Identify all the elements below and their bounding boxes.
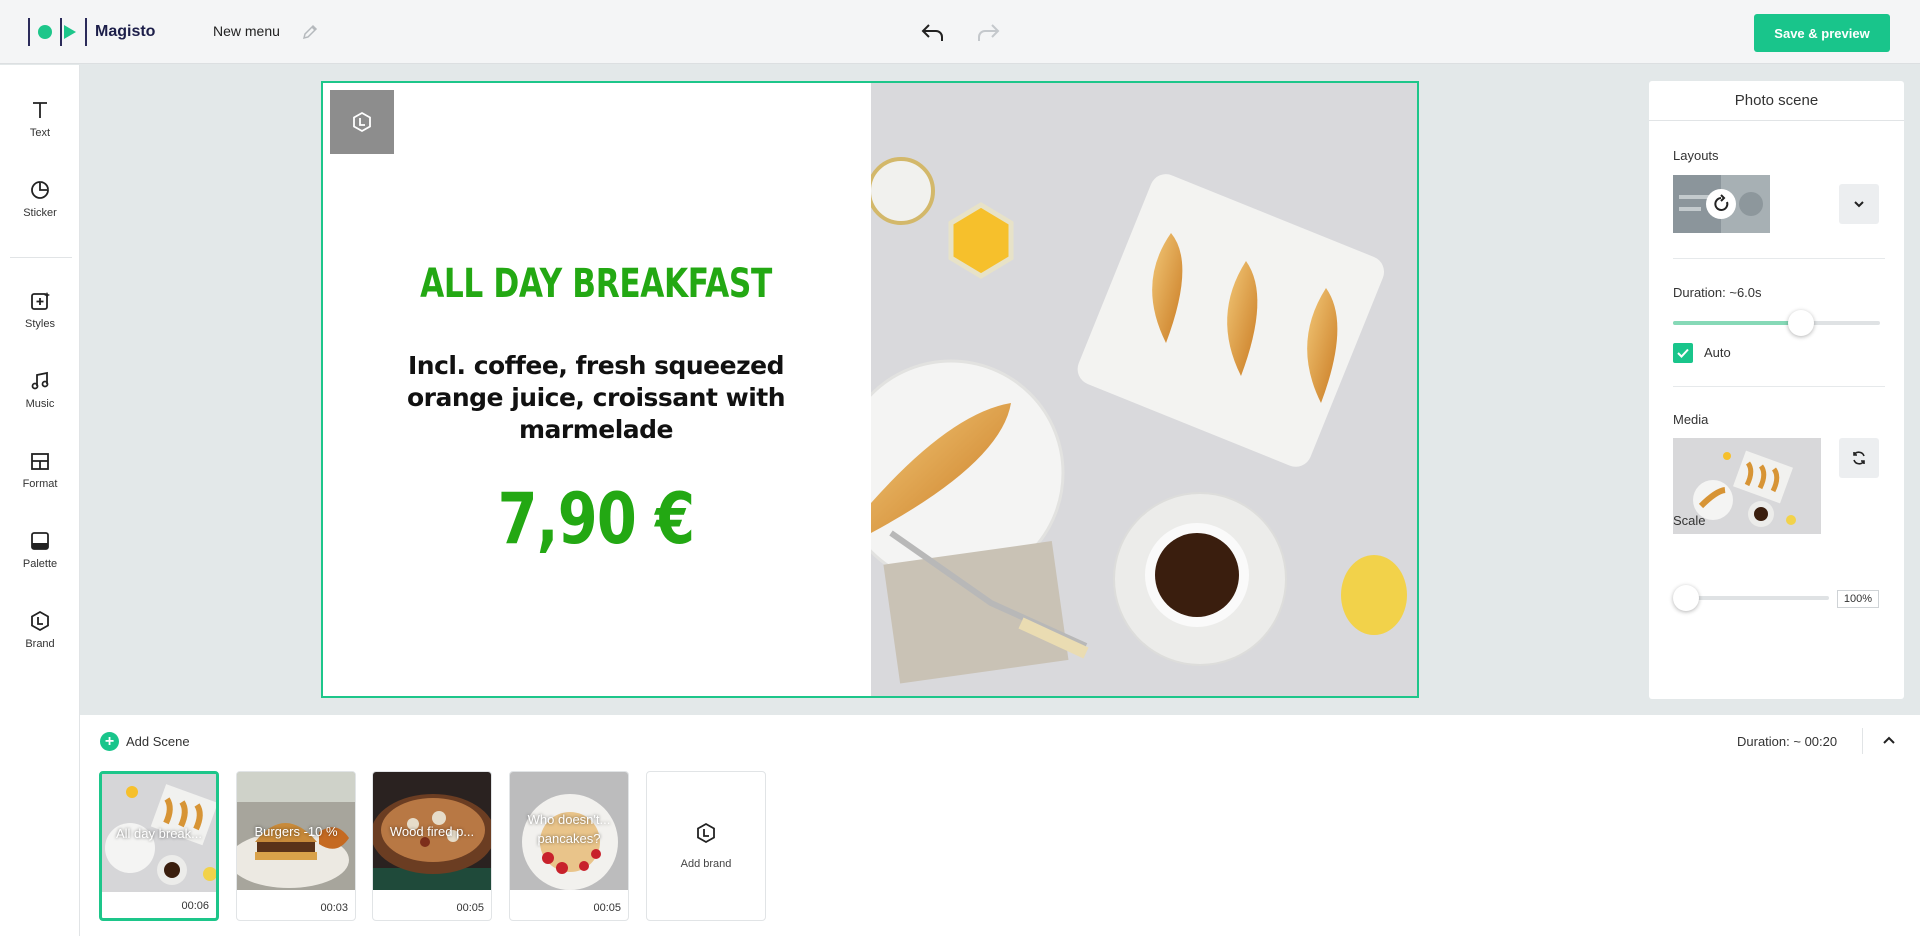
edit-pencil-icon[interactable] (300, 22, 320, 42)
tools-sidebar: Text Sticker Styles Music Format Palette… (0, 65, 80, 936)
redo-icon[interactable] (975, 20, 1001, 44)
logo-bar (85, 18, 87, 46)
sidebar-divider (10, 257, 72, 258)
brand-logo-placeholder[interactable] (330, 90, 394, 154)
magisto-logo[interactable]: Magisto (28, 18, 155, 46)
music-icon (31, 371, 49, 390)
scenes-timeline: + Add Scene Duration: ~ 00:20 All day br… (80, 715, 1920, 936)
top-bar: Magisto New menu Save & preview (0, 0, 1920, 64)
chevron-up-icon[interactable] (1877, 729, 1901, 753)
brand-icon (353, 111, 371, 133)
photo-scene-panel: Photo scene Layouts Duration: ~6.0s Auto… (1649, 81, 1904, 699)
layout-thumbnail[interactable] (1673, 175, 1770, 233)
panel-divider (1673, 258, 1885, 259)
scene-duration: 00:06 (181, 900, 209, 912)
layout-preview (1673, 175, 1770, 233)
add-scene-button[interactable]: + Add Scene (100, 732, 190, 751)
scene-card[interactable]: Wood fired p... 00:05 (372, 771, 492, 921)
scene-card[interactable]: Burgers -10 % 00:03 (236, 771, 356, 921)
tool-palette[interactable]: Palette (0, 530, 80, 590)
tool-styles[interactable]: Styles (0, 290, 80, 350)
auto-checkbox[interactable] (1673, 343, 1693, 363)
scene-duration: 00:05 (456, 902, 484, 914)
palette-icon (31, 532, 49, 550)
logo-play-icon (64, 25, 76, 39)
logo-bar (28, 18, 30, 46)
app-name: Magisto (95, 23, 156, 40)
logo-bar (60, 18, 62, 46)
breakfast-photo[interactable] (871, 83, 1417, 696)
total-duration: Duration: ~ 00:20 (1737, 734, 1838, 749)
scene-headline[interactable]: ALL DAY BREAKFAST (383, 261, 809, 307)
tool-label: Palette (22, 558, 58, 570)
tool-text[interactable]: Text (0, 99, 80, 159)
panel-title: Photo scene (1649, 81, 1904, 121)
scale-slider-handle[interactable] (1673, 585, 1699, 611)
scale-label: Scale (1673, 513, 1706, 528)
tool-sticker[interactable]: Sticker (0, 179, 80, 239)
scene-title: Wood fired p... (389, 824, 475, 839)
scene-subtext[interactable]: Incl. coffee, fresh squeezed orange juic… (396, 350, 796, 446)
duration-slider-handle[interactable] (1788, 310, 1815, 336)
layouts-label: Layouts (1673, 148, 1719, 163)
divider (1862, 728, 1863, 754)
add-brand-button[interactable]: Add brand (646, 771, 766, 921)
undo-icon[interactable] (920, 20, 946, 44)
tool-label: Format (22, 478, 58, 490)
scale-value-input[interactable]: 100% (1837, 590, 1879, 608)
tool-format[interactable]: Format (0, 450, 80, 510)
plus-icon: + (100, 732, 119, 751)
tool-label: Styles (25, 318, 55, 330)
scene-title: Who doesn't... pancakes? (527, 812, 611, 846)
tool-label: Brand (25, 638, 55, 650)
logo-dot (38, 25, 52, 39)
brand-icon (31, 610, 49, 632)
scene-title: Burgers -10 % (254, 824, 338, 839)
tool-music[interactable]: Music (0, 370, 80, 430)
format-icon (31, 453, 49, 470)
tool-label: Sticker (23, 207, 57, 219)
checkmark-icon (1677, 348, 1689, 358)
chevron-down-icon (1854, 201, 1864, 208)
swap-icon (1853, 451, 1865, 465)
tool-brand[interactable]: Brand (0, 610, 80, 670)
add-brand-label: Add brand (680, 858, 732, 870)
scene-duration: 00:03 (320, 902, 348, 914)
tool-label: Music (25, 398, 55, 410)
replace-media-button[interactable] (1839, 438, 1879, 478)
scene-price[interactable]: 7,90 € (372, 478, 820, 560)
tool-label: Text (29, 127, 51, 139)
duration-label: Duration: ~6.0s (1673, 285, 1762, 300)
styles-icon (31, 292, 50, 310)
scene-card[interactable]: Who doesn't... pancakes? 00:05 (509, 771, 629, 921)
save-preview-button[interactable]: Save & preview (1754, 14, 1890, 52)
text-icon (33, 102, 47, 118)
add-scene-label: Add Scene (126, 734, 190, 749)
sticker-icon (31, 181, 49, 199)
scene-card[interactable]: All day break... 00:06 (99, 771, 219, 921)
scene-title: All day break... (116, 826, 202, 841)
scene-canvas[interactable]: ALL DAY BREAKFAST Incl. coffee, fresh sq… (321, 81, 1419, 698)
auto-label: Auto (1704, 345, 1731, 360)
brand-icon (697, 822, 715, 844)
panel-divider (1673, 386, 1885, 387)
layouts-dropdown-button[interactable] (1839, 184, 1879, 224)
duration-slider-fill (1673, 321, 1802, 325)
scene-duration: 00:05 (593, 902, 621, 914)
project-name[interactable]: New menu (213, 23, 280, 39)
media-label: Media (1673, 412, 1709, 427)
